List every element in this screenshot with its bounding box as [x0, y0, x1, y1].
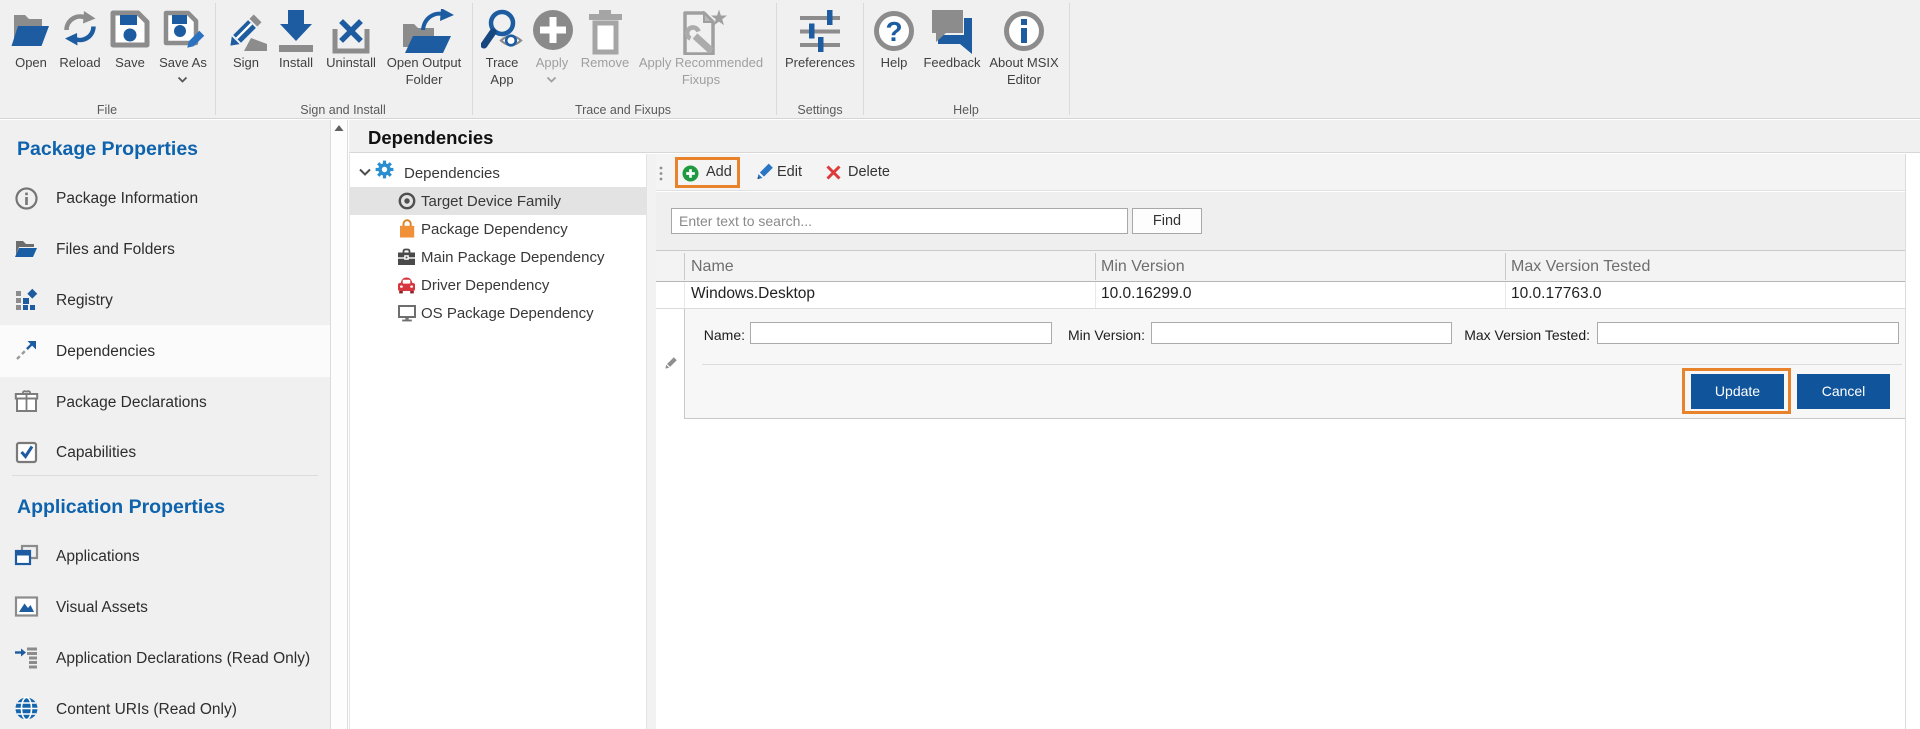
svg-text:?: ? — [885, 16, 902, 47]
